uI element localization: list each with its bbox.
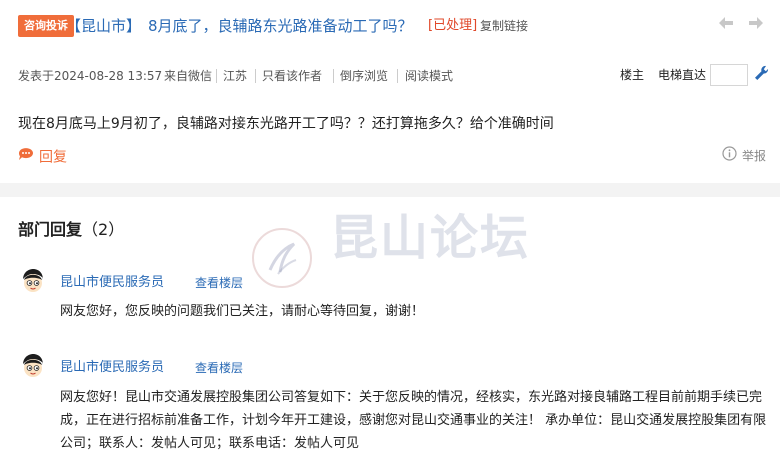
jump-to-floor-label: 电梯直达 bbox=[658, 68, 707, 82]
separator bbox=[255, 69, 256, 83]
reply-poster-name[interactable]: 昆山市便民服务员 bbox=[60, 359, 164, 377]
reply-poster-name[interactable]: 昆山市便民服务员 bbox=[60, 274, 164, 292]
avatar[interactable] bbox=[20, 268, 46, 294]
copy-link-button[interactable]: 复制链接 bbox=[480, 15, 528, 37]
separator bbox=[216, 69, 217, 83]
separator bbox=[397, 69, 398, 83]
wrench-icon[interactable] bbox=[753, 64, 769, 86]
section-divider bbox=[0, 183, 780, 197]
post-location: 江苏 bbox=[223, 69, 248, 83]
reply-icon bbox=[18, 147, 34, 168]
forum-logo-watermark bbox=[250, 226, 314, 294]
region-link[interactable]: 【昆山市】 bbox=[66, 15, 141, 37]
department-replies-heading: 部门回复（2） bbox=[18, 219, 124, 241]
only-author-link[interactable]: 只看该作者 bbox=[262, 68, 322, 84]
jump-floor-input[interactable] bbox=[710, 64, 748, 86]
post-date: 发表于2024-08-28 13:57 bbox=[18, 69, 163, 83]
replies-count: （2） bbox=[82, 220, 125, 239]
view-floor-link[interactable]: 查看楼层 bbox=[195, 359, 243, 377]
reply-label: 回复 bbox=[39, 149, 67, 166]
view-floor-link[interactable]: 查看楼层 bbox=[195, 274, 243, 292]
avatar[interactable] bbox=[20, 353, 46, 379]
report-label: 举报 bbox=[742, 149, 767, 163]
post-source: 来自微信 bbox=[164, 69, 213, 83]
read-mode-link[interactable]: 阅读模式 bbox=[405, 68, 453, 84]
forum-name-watermark: 昆山论坛 bbox=[330, 210, 531, 266]
arrow-left-icon[interactable] bbox=[716, 13, 736, 39]
reply-content: 网友您好！昆山市交通发展控股集团公司答复如下：关于您反映的情况，经核实，东光路对… bbox=[60, 390, 767, 451]
arrow-right-icon[interactable] bbox=[746, 13, 766, 39]
post-content: 现在8月底马上9月初了，良辅路对接东光路开工了吗？？还打算拖多久？给个准确时间 bbox=[18, 116, 554, 132]
report-button[interactable]: 举报 bbox=[722, 146, 766, 167]
info-icon bbox=[722, 146, 737, 167]
reverse-order-link[interactable]: 倒序浏览 bbox=[340, 68, 388, 84]
reply-content: 网友您好，您反映的问题我们已关注，请耐心等待回复，谢谢！ bbox=[60, 304, 425, 319]
reply-button[interactable]: 回复 bbox=[18, 147, 67, 168]
replies-title: 部门回复 bbox=[18, 220, 83, 239]
floor-owner-label: 楼主 bbox=[620, 68, 645, 82]
separator bbox=[333, 69, 334, 83]
thread-title: 8月底了，良辅路东光路准备动工了吗？ bbox=[148, 17, 413, 35]
status-badge: [已处理] bbox=[428, 18, 478, 33]
